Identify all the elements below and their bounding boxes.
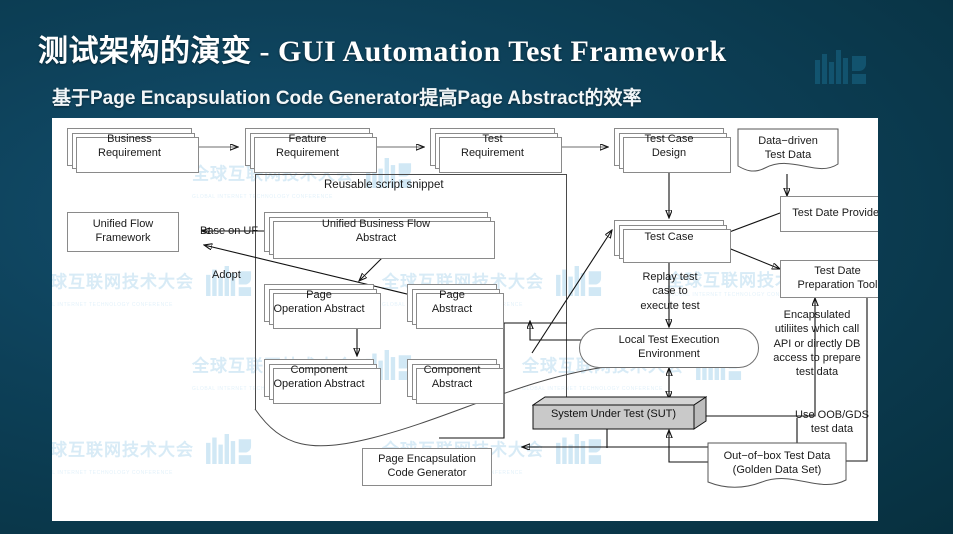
node-test-case-design[interactable]: Test Case Design: [614, 128, 731, 173]
node-label: Component Abstract: [423, 364, 481, 390]
annotation-replay-test: Replay test case to execute test: [640, 271, 700, 312]
annotation-encapsulated-utilities: Encapsulated utiliites which call API or…: [773, 309, 861, 379]
node-label: Page Operation Abstract: [273, 289, 365, 315]
node-system-under-test[interactable]: System Under Test (SUT): [532, 396, 707, 430]
node-label: Page Encapsulation Code Generator: [378, 453, 476, 479]
group-label-reusable-script-snippet: Reusable script snippet: [324, 179, 444, 191]
node-label: Unified Flow Framework: [92, 218, 154, 244]
watermark-7: 全球互联网技术大会 GLOBAL INTERNET TECHNOLOGY CON…: [52, 434, 254, 476]
node-label: Test Date Preparation Tool: [797, 265, 878, 291]
node-test-date-provider[interactable]: Test Date Provider: [780, 196, 878, 232]
diagram-panel: 全球互联网技术大会 GLOBAL INTERNET TECHNOLOGY CON…: [52, 118, 878, 521]
slide: 测试架构的演变 - GUI Automation Test Framework …: [0, 0, 953, 534]
node-unified-business-flow-abstract[interactable]: Unified Business Flow Abstract: [264, 212, 495, 259]
node-label: Local Test Execution Environment: [618, 334, 720, 360]
node-feature-requirement[interactable]: Feature Requirement: [245, 128, 377, 173]
page-title: 测试架构的演变 - GUI Automation Test Framework: [38, 35, 727, 68]
annotation-base-on-uf: Base on UF: [200, 225, 259, 237]
node-data-driven-test-data[interactable]: Data−driven Test Data: [737, 128, 839, 174]
node-label: Test Case: [644, 231, 694, 244]
conference-logo-icon: [554, 434, 604, 469]
page-subtitle: 基于Page Encapsulation Code Generator提高Pag…: [52, 88, 642, 109]
node-label: Component Operation Abstract: [273, 364, 365, 390]
node-out-of-box-test-data[interactable]: Out−of−box Test Data (Golden Data Set): [707, 442, 847, 490]
node-page-abstract[interactable]: Page Abstract: [407, 284, 504, 329]
node-local-test-execution-environment[interactable]: Local Test Execution Environment: [579, 328, 759, 368]
node-label: Page Abstract: [431, 289, 473, 315]
node-label: System Under Test (SUT): [550, 408, 677, 421]
node-label: Unified Business Flow Abstract: [321, 218, 431, 244]
node-component-operation-abstract[interactable]: Component Operation Abstract: [264, 359, 381, 404]
node-label: Business Requirement: [98, 133, 161, 159]
conference-logo-icon: [204, 434, 254, 469]
node-test-date-preparation-tool[interactable]: Test Date Preparation Tool: [780, 260, 878, 298]
node-label: Data−driven Test Data: [758, 135, 818, 161]
node-label: Out−of−box Test Data (Golden Data Set): [723, 449, 831, 476]
annotation-adopt: Adopt: [212, 269, 241, 281]
node-label: Test Requirement: [461, 133, 524, 159]
node-label: Test Case Design: [644, 133, 694, 159]
node-label: Feature Requirement: [276, 133, 339, 159]
node-page-encapsulation-code-generator[interactable]: Page Encapsulation Code Generator: [362, 448, 492, 486]
node-label: Test Date Provider: [792, 207, 878, 220]
node-page-operation-abstract[interactable]: Page Operation Abstract: [264, 284, 381, 329]
node-unified-flow-framework[interactable]: Unified Flow Framework: [67, 212, 179, 252]
node-component-abstract[interactable]: Component Abstract: [407, 359, 504, 404]
node-test-requirement[interactable]: Test Requirement: [430, 128, 562, 173]
annotation-use-oob-gds: Use OOB/GDS test data: [795, 409, 869, 436]
node-business-requirement[interactable]: Business Requirement: [67, 128, 199, 173]
conference-logo-icon: [814, 50, 868, 89]
node-test-case[interactable]: Test Case: [614, 220, 731, 263]
watermark-logo-top-right: [808, 50, 868, 89]
